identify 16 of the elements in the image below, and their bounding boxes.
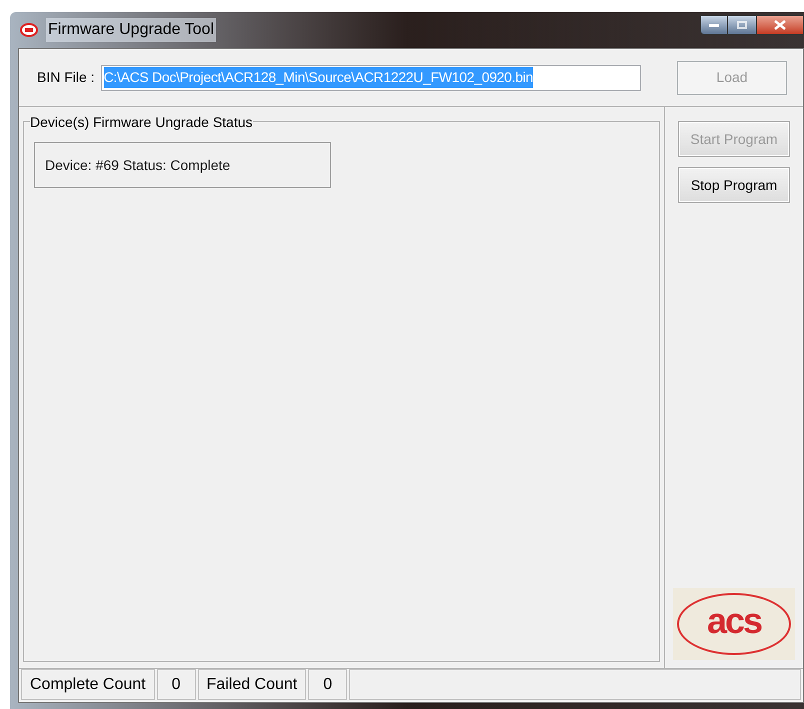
maximize-button[interactable] [728,15,756,35]
acs-logo: acs [673,588,795,660]
bin-file-field[interactable]: C:\ACS Doc\Project\ACR128_Min\Source\ACR1222U_FW102_0920.bin [100,64,641,90]
bin-file-label: BIN File : [37,68,95,87]
window-title: Firmware Upgrade Tool [46,18,216,42]
close-icon [774,20,786,30]
program-button[interactable]: Stop Program [678,167,790,203]
status-bar-cell: 0 [308,669,348,700]
bin-file-path: C:\ACS Doc\Project\ACR128_Min\Source\ACR1222U_FW102_0920.bin [104,67,534,88]
status-bar-cell: Failed Count [198,669,306,700]
minimize-button[interactable] [700,15,728,35]
device-status-item: Device: #69 Status: Complete [34,142,331,188]
app-icon [20,23,38,37]
close-button[interactable] [756,15,804,35]
status-bar-cell: 0 [156,669,196,700]
status-bar-cell: Complete Count [21,669,155,700]
